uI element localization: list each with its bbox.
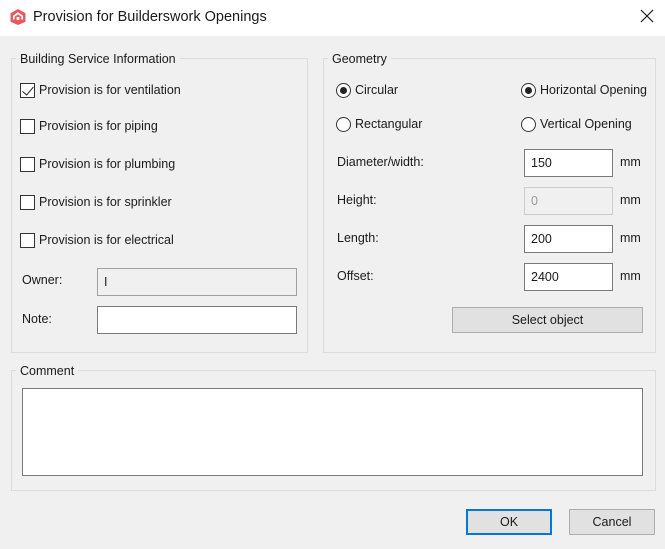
note-label: Note: (22, 312, 52, 326)
checkbox-electrical[interactable]: Provision is for electrical (20, 230, 174, 250)
ventilation-checkbox[interactable] (20, 82, 35, 98)
length-unit: mm (620, 231, 641, 245)
ok-button[interactable]: OK (466, 509, 552, 535)
vertical-opening-label: Vertical Opening (540, 117, 632, 131)
circular-radio[interactable] (336, 82, 351, 98)
checkbox-sprinkler[interactable]: Provision is for sprinkler (20, 192, 172, 212)
vertical-opening-radio[interactable] (521, 116, 536, 132)
cancel-button[interactable]: Cancel (569, 509, 655, 535)
piping-checkbox[interactable] (20, 118, 35, 134)
offset-field[interactable]: 2400 (524, 263, 613, 291)
comment-field[interactable] (22, 388, 643, 476)
close-button[interactable] (632, 4, 662, 30)
diameter-label: Diameter/width: (337, 155, 424, 169)
note-field[interactable] (97, 306, 297, 334)
sprinkler-checkbox[interactable] (20, 194, 35, 210)
length-field[interactable]: 200 (524, 225, 613, 253)
house-logo-icon (9, 8, 27, 26)
piping-label: Provision is for piping (39, 119, 158, 133)
geometry-legend: Geometry (328, 52, 391, 66)
radio-circular[interactable]: Circular (336, 80, 398, 100)
diameter-field[interactable]: 150 (524, 149, 613, 177)
circular-label: Circular (355, 83, 399, 97)
sprinkler-label: Provision is for sprinkler (39, 195, 172, 209)
electrical-label: Provision is for electrical (39, 233, 174, 247)
service-info-legend: Building Service Information (16, 52, 180, 66)
ventilation-label: Provision is for ventilation (39, 83, 181, 97)
horizontal-opening-radio[interactable] (521, 82, 536, 98)
rectangular-label: Rectangular (355, 117, 423, 131)
electrical-checkbox[interactable] (20, 232, 35, 248)
select-object-button[interactable]: Select object (452, 307, 643, 333)
height-unit: mm (620, 193, 641, 207)
plumbing-label: Provision is for plumbing (39, 157, 176, 171)
radio-vertical-opening[interactable]: Vertical Opening (521, 114, 632, 134)
window-title: Provision for Builderswork Openings (33, 9, 267, 25)
horizontal-opening-label: Horizontal Opening (540, 83, 648, 97)
radio-rectangular[interactable]: Rectangular (336, 114, 422, 134)
rectangular-radio[interactable] (336, 116, 351, 132)
close-icon (640, 9, 654, 26)
height-field[interactable]: 0 (524, 187, 613, 215)
offset-unit: mm (620, 269, 641, 283)
height-label: Height: (337, 193, 377, 207)
radio-horizontal-opening[interactable]: Horizontal Opening (521, 80, 647, 100)
owner-label: Owner: (22, 273, 63, 287)
title-bar: Provision for Builderswork Openings (0, 0, 665, 36)
owner-field[interactable]: I (97, 268, 297, 296)
length-label: Length: (337, 231, 379, 245)
offset-label: Offset: (337, 269, 374, 283)
comment-legend: Comment (16, 364, 79, 378)
checkbox-piping[interactable]: Provision is for piping (20, 116, 158, 136)
checkbox-plumbing[interactable]: Provision is for plumbing (20, 154, 175, 174)
checkbox-ventilation[interactable]: Provision is for ventilation (20, 80, 181, 100)
diameter-unit: mm (620, 155, 641, 169)
plumbing-checkbox[interactable] (20, 156, 35, 172)
